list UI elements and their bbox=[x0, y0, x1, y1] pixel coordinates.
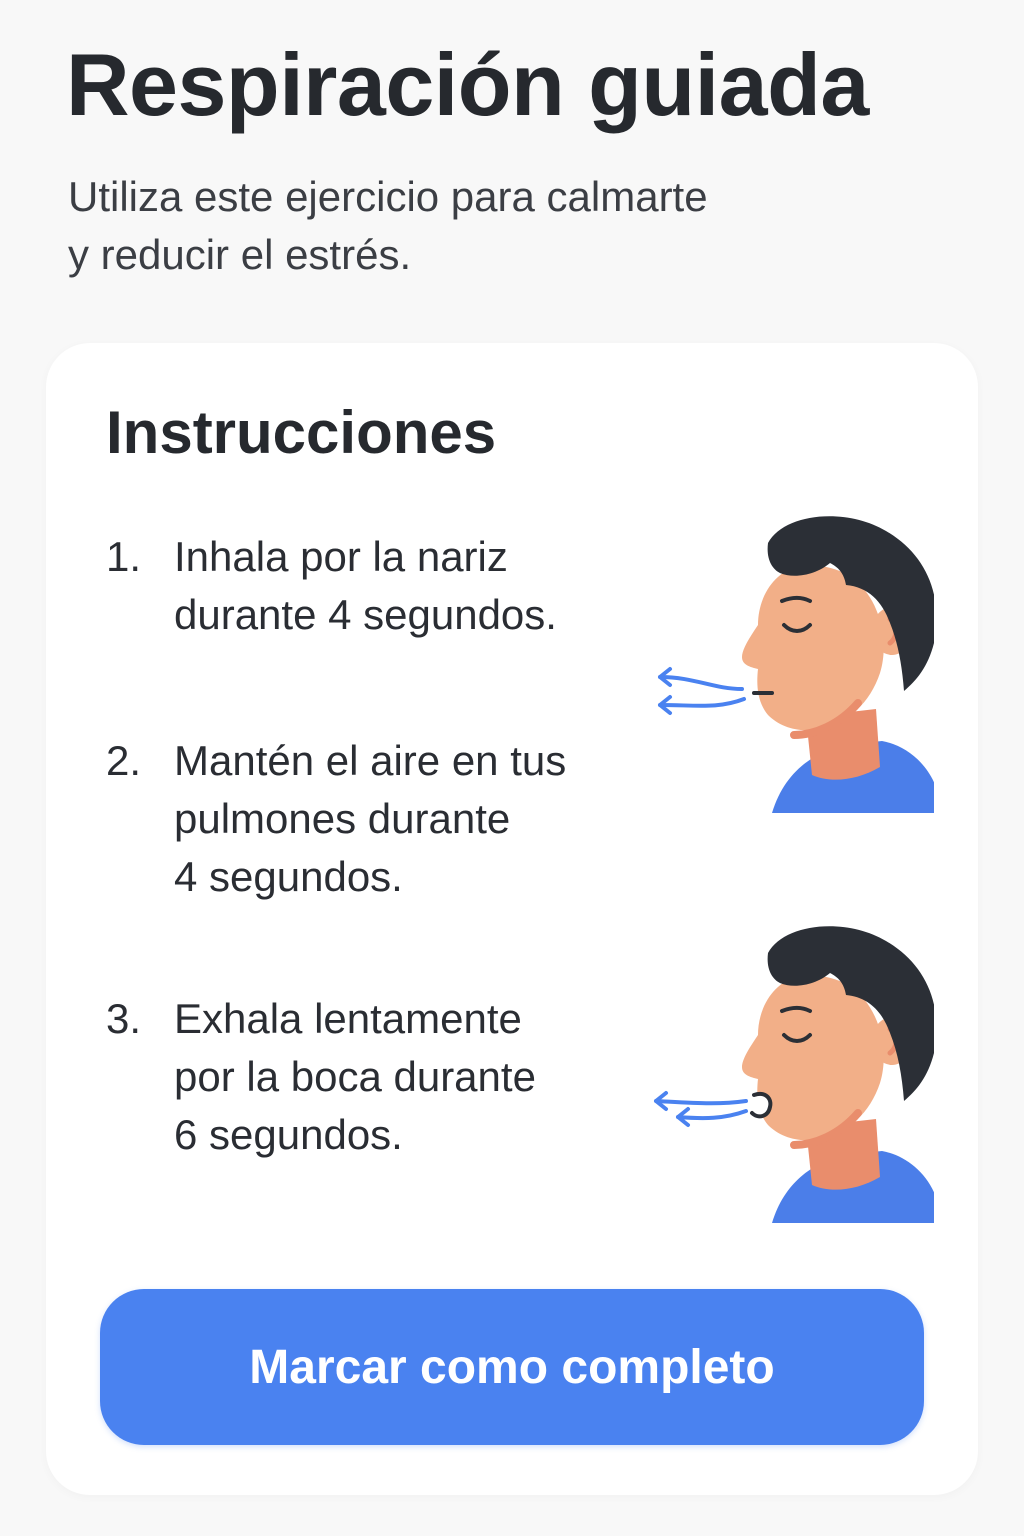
step-line: Exhala lentamente bbox=[174, 995, 522, 1042]
subtitle-line: y reducir el estrés. bbox=[68, 231, 412, 278]
step-text: Exhala lentamente por la boca durante 6 … bbox=[174, 990, 674, 1164]
page-title: Respiración guiada bbox=[66, 35, 869, 134]
step-line: pulmones durante bbox=[174, 795, 511, 842]
step-number: 2. bbox=[106, 737, 142, 784]
person-exhaling-icon bbox=[654, 926, 934, 1223]
subtitle-line: Utiliza este ejercicio para calmarte bbox=[68, 173, 708, 220]
open-mouth bbox=[750, 1092, 773, 1119]
airflow-arrow bbox=[658, 675, 744, 691]
step-line: Inhala por la nariz bbox=[174, 533, 508, 580]
step-line: Mantén el aire en tus bbox=[174, 737, 567, 784]
step-text: Mantén el aire en tus pulmones durante 4… bbox=[174, 732, 674, 906]
step-line: por la boca durante bbox=[174, 1053, 536, 1100]
step-line: 6 segundos. bbox=[174, 1111, 403, 1158]
page-subtitle: Utiliza este ejercicio para calmarte y r… bbox=[68, 168, 868, 284]
step-line: durante 4 segundos. bbox=[174, 591, 557, 638]
step-number: 1. bbox=[106, 533, 142, 580]
face-shape bbox=[742, 565, 884, 731]
card-title: Instrucciones bbox=[106, 399, 497, 466]
airflow-arrow bbox=[676, 1109, 748, 1121]
airflow-arrow bbox=[658, 697, 746, 708]
airflow-arrow bbox=[654, 1099, 748, 1106]
step-text: Inhala por la nariz durante 4 segundos. bbox=[174, 528, 674, 644]
step-number: 3. bbox=[106, 995, 142, 1042]
step-line: 4 segundos. bbox=[174, 853, 403, 900]
person-inhaling-icon bbox=[658, 516, 934, 813]
mark-complete-button[interactable]: Marcar como completo bbox=[100, 1289, 924, 1445]
instructions-card: Instrucciones 1. Inhala por la nariz dur… bbox=[46, 343, 978, 1495]
